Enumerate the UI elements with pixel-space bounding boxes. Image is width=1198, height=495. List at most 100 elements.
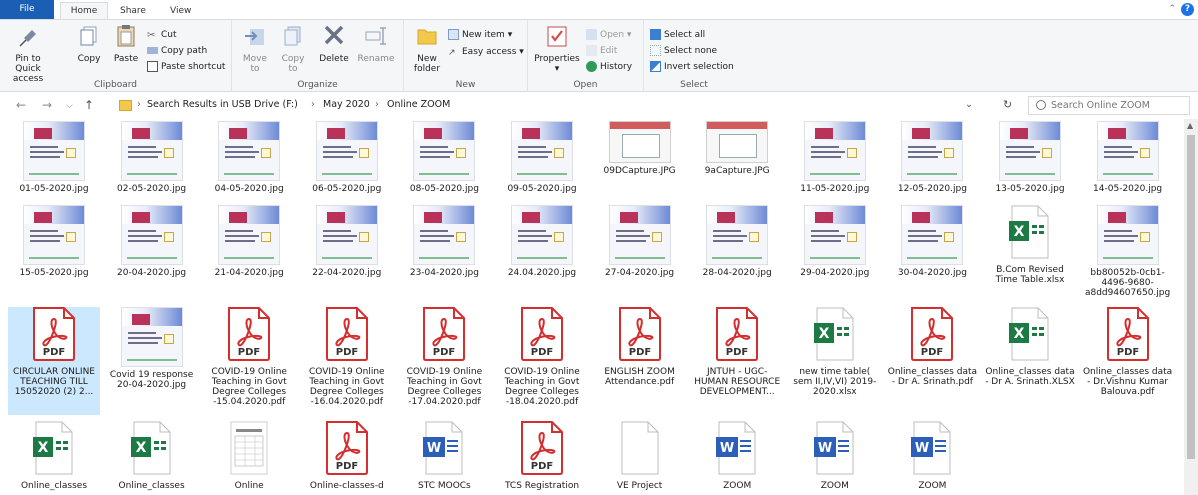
properties-button[interactable]: Properties ▾	[534, 24, 580, 74]
file-item[interactable]: W ZOOM	[691, 421, 783, 491]
pin-quick-access-button[interactable]: Pin to Quick access	[4, 24, 52, 84]
file-item[interactable]: 14-05-2020.jpg	[1082, 121, 1174, 194]
file-item[interactable]: 21-04-2020.jpg	[203, 205, 295, 278]
pdf-file-icon: PDF	[521, 421, 563, 475]
paste-shortcut-button[interactable]: Paste shortcut	[147, 60, 225, 74]
scroll-up-arrow-icon[interactable]: ▲	[1187, 121, 1193, 130]
excel-file-icon: X	[130, 421, 171, 475]
file-item[interactable]: 27-04-2020.jpg	[594, 205, 686, 278]
file-item[interactable]: 15-05-2020.jpg	[8, 205, 100, 278]
edit-button[interactable]: Edit	[586, 44, 617, 58]
back-arrow-icon[interactable]: ←	[16, 98, 26, 112]
svg-text:X: X	[135, 440, 146, 456]
file-item[interactable]: PDF Online-classes-d	[301, 421, 393, 491]
file-item[interactable]: 02-05-2020.jpg	[106, 121, 198, 194]
file-item[interactable]: 20-04-2020.jpg	[106, 205, 198, 278]
file-item[interactable]: VE Project	[594, 421, 686, 491]
file-name: Online-classes-d	[309, 481, 384, 491]
invert-selection-button[interactable]: Invert selection	[650, 60, 734, 74]
file-item[interactable]: PDF ENGLISH ZOOM Attendance.pdf	[594, 307, 686, 387]
file-item[interactable]: PDF COVID-19 Online Teaching in Govt Degr…	[301, 307, 393, 407]
file-item[interactable]: W ZOOM	[886, 421, 978, 491]
rename-button[interactable]: Rename	[356, 24, 396, 64]
refresh-icon[interactable]: ↻	[1003, 98, 1012, 111]
easy-access-button[interactable]: ↗ Easy access ▾	[448, 45, 524, 59]
file-item[interactable]: Xnew time table( sem II,IV,VI) 2019-2020…	[789, 307, 881, 397]
file-item[interactable]: Online	[203, 421, 295, 491]
delete-button[interactable]: Delete	[316, 24, 352, 64]
copy-to-button[interactable]: Copy to	[278, 24, 308, 74]
pdf-file-icon: PDF	[618, 307, 661, 361]
file-item[interactable]: Covid 19 response 20-04-2020.jpg	[106, 307, 198, 390]
tab-view[interactable]: View	[170, 3, 191, 19]
address-dropdown-icon[interactable]: ⌄	[965, 99, 973, 110]
file-item[interactable]: 29-04-2020.jpg	[789, 205, 881, 278]
scrollbar-thumb[interactable]	[1187, 135, 1195, 459]
file-item[interactable]: W STC MOOCs	[398, 421, 490, 491]
file-item[interactable]: X Online_classes	[106, 421, 198, 491]
new-folder-button[interactable]: New folder	[410, 24, 444, 74]
image-thumbnail	[413, 121, 476, 181]
file-item[interactable]: 06-05-2020.jpg	[301, 121, 393, 194]
file-item[interactable]: PDF COVID-19 Online Teaching in Govt Degr…	[398, 307, 490, 407]
file-item[interactable]: X B.Com Revised Time Table.xlsx	[984, 205, 1076, 285]
help-icon[interactable]: ?	[1181, 3, 1194, 16]
file-name: COVID-19 Online Teaching in Govt Degree …	[211, 367, 287, 407]
file-item[interactable]: X Online_classes data - Dr A. Srinath.XLS…	[984, 307, 1076, 387]
history-button[interactable]: History	[586, 60, 632, 74]
file-item[interactable]: PDF CIRCULAR ONLINE TEACHING TILL 1505202…	[8, 307, 100, 415]
select-none-button[interactable]: Select none	[650, 44, 717, 58]
image-thumbnail	[315, 205, 378, 265]
breadcrumb-search-results[interactable]: Search Results in USB Drive (F:)	[147, 99, 298, 110]
cut-button[interactable]: ✂ Cut	[147, 28, 177, 42]
file-item[interactable]: 12-05-2020.jpg	[886, 121, 978, 194]
word-file-icon: W	[911, 421, 951, 475]
file-item[interactable]: 24.04.2020.jpg	[496, 205, 588, 278]
move-to-button[interactable]: Move to	[240, 24, 270, 74]
file-item[interactable]: PDF Online_classes data - Dr A. Srinath.p…	[886, 307, 978, 387]
file-item[interactable]: 11-05-2020.jpg	[789, 121, 881, 194]
file-item[interactable]: PDF TCS Registration	[496, 421, 588, 491]
address-path[interactable]: › Search Results in USB Drive (F:) › May…	[118, 96, 980, 117]
breadcrumb-may-2020[interactable]: May 2020	[323, 99, 370, 110]
pdf-file-icon: PDF	[521, 307, 563, 361]
file-item[interactable]: 09-05-2020.jpg	[496, 121, 588, 194]
move-to-icon	[245, 29, 264, 45]
file-item[interactable]: bb80052b-0cb1-4496-9680-a8dd94607650.jpg	[1082, 205, 1174, 298]
recent-locations-chevron-icon[interactable]: ⌵	[66, 101, 73, 111]
file-item[interactable]: PDF JNTUH - UGC-HUMAN RESOURCE DEVELOPMEN…	[691, 307, 783, 397]
new-item-button[interactable]: New item ▾	[448, 28, 512, 42]
file-item[interactable]: X Online_classes	[8, 421, 100, 491]
file-item[interactable]: 23-04-2020.jpg	[398, 205, 490, 278]
copy-button[interactable]: Copy	[74, 24, 104, 64]
file-item[interactable]: 9aCapture.JPG	[691, 121, 783, 176]
file-item[interactable]: 22-04-2020.jpg	[301, 205, 393, 278]
file-name: 13-05-2020.jpg	[995, 184, 1065, 194]
file-item[interactable]: PDF COVID-19 Online Teaching in Govt Degr…	[496, 307, 588, 407]
file-item[interactable]: 01-05-2020.jpg	[8, 121, 100, 194]
breadcrumb-online-zoom[interactable]: Online ZOOM	[387, 99, 450, 110]
up-arrow-icon[interactable]: ↑	[84, 98, 94, 112]
search-input[interactable]	[1049, 99, 1188, 112]
file-item[interactable]: 30-04-2020.jpg	[886, 205, 978, 278]
file-item[interactable]: 13-05-2020.jpg	[984, 121, 1076, 194]
file-item[interactable]: 28-04-2020.jpg	[691, 205, 783, 278]
open-dropdown-icon: ▾	[626, 30, 632, 40]
tab-home[interactable]: Home	[60, 2, 108, 19]
copy-path-button[interactable]: Copy path	[147, 44, 207, 58]
file-item[interactable]: 09DCapture.JPG	[594, 121, 686, 176]
file-item[interactable]: PDF Online_classes data - Dr.Vishnu Kumar…	[1082, 307, 1174, 397]
tab-file[interactable]: File	[0, 0, 54, 19]
file-item[interactable]: 04-05-2020.jpg	[203, 121, 295, 194]
select-all-button[interactable]: Select all	[650, 28, 705, 42]
search-box[interactable]	[1028, 96, 1190, 115]
vertical-scrollbar[interactable]: ▲	[1184, 119, 1198, 495]
minimize-ribbon-icon[interactable]: ⌃	[1168, 4, 1176, 14]
open-button[interactable]: Open ▾	[586, 28, 631, 42]
paste-button[interactable]: Paste	[110, 24, 142, 64]
file-item[interactable]: 08-05-2020.jpg	[398, 121, 490, 194]
file-item[interactable]: W ZOOM	[789, 421, 881, 491]
forward-arrow-icon[interactable]: →	[42, 98, 52, 112]
tab-share[interactable]: Share	[120, 3, 146, 19]
file-item[interactable]: PDF COVID-19 Online Teaching in Govt Degr…	[203, 307, 295, 407]
